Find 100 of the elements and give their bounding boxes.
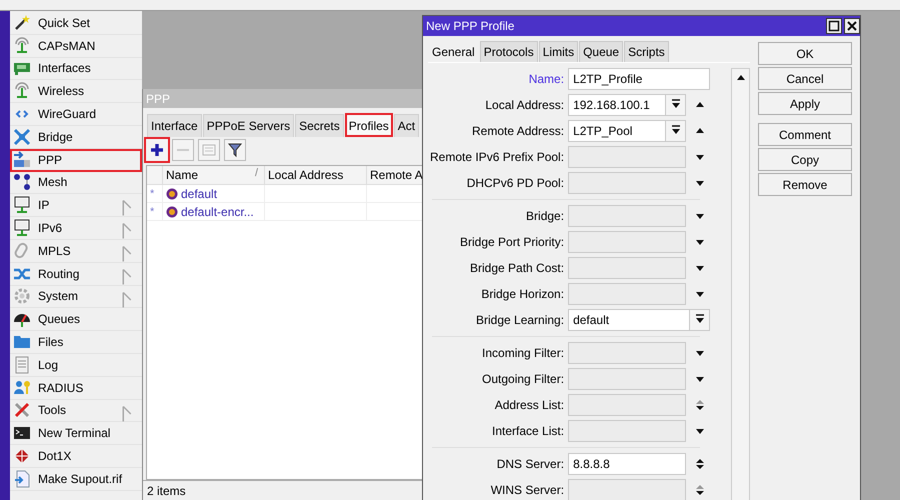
diamond-icon	[13, 447, 31, 466]
menu-item[interactable]: Interfaces	[10, 58, 142, 80]
menu-item[interactable]: Routing	[10, 262, 142, 286]
tab[interactable]: Secrets	[295, 114, 344, 137]
tab[interactable]: Limits	[538, 41, 578, 62]
dots-icon	[13, 173, 31, 192]
document-icon	[13, 356, 31, 374]
row-flag-text: *	[150, 206, 154, 218]
field-label: WINS Server:	[490, 483, 564, 497]
maximize-icon	[828, 20, 840, 32]
menu-item[interactable]: Tools	[10, 400, 142, 422]
scroll-up-icon[interactable]	[736, 74, 744, 82]
field-label: Remote Address:	[471, 124, 564, 138]
field-label: Interface List:	[491, 424, 564, 438]
screen-icon	[13, 219, 31, 238]
field-label: Incoming Filter:	[481, 346, 564, 360]
wand-icon	[13, 14, 31, 32]
plus-icon	[149, 142, 165, 158]
profile-icon	[166, 206, 178, 218]
minus-icon	[177, 149, 189, 151]
close-button[interactable]	[844, 18, 860, 34]
toolbar-button[interactable]	[224, 139, 246, 161]
menu-item[interactable]: IP	[10, 194, 142, 218]
tab[interactable]: Profiles	[344, 113, 393, 137]
menu-item[interactable]: Dot1X	[10, 445, 142, 468]
field-label: Outgoing Filter:	[481, 372, 564, 386]
table-cell[interactable]: default	[181, 186, 218, 200]
field-label: Name:	[528, 72, 564, 86]
menu-item[interactable]: System	[10, 286, 142, 308]
tools-icon	[13, 401, 31, 420]
row-flag-text: *	[150, 188, 154, 200]
antenna-icon	[13, 82, 31, 100]
note-icon	[201, 142, 217, 158]
empty-field[interactable]	[568, 172, 686, 194]
dialog-button[interactable]: Apply	[758, 92, 852, 115]
tab[interactable]: Queue	[579, 41, 624, 62]
menu-item[interactable]: New Terminal	[10, 422, 142, 446]
window-title: PPP	[146, 92, 170, 106]
dialog-button[interactable]: Remove	[758, 173, 852, 196]
sort-mark: /	[254, 167, 258, 179]
field-label: Bridge Port Priority:	[459, 235, 564, 249]
arrows-icon	[13, 128, 31, 146]
up-down-arrows-icon[interactable]	[695, 458, 706, 470]
menu-item[interactable]: PPP	[10, 148, 142, 172]
field-label: Bridge Learning:	[475, 313, 564, 327]
text-field[interactable]: L2TP_Profile	[568, 68, 710, 90]
close-icon	[846, 20, 858, 32]
menu-item[interactable]: IPv6	[10, 217, 142, 240]
tab[interactable]: Scripts	[624, 41, 669, 62]
menu-item[interactable]: MPLS	[10, 240, 142, 263]
combo-field[interactable]: L2TP_Pool	[568, 120, 686, 142]
empty-field[interactable]	[568, 479, 686, 500]
empty-field[interactable]	[568, 205, 686, 227]
field-label: DNS Server:	[496, 457, 564, 471]
scrollbar[interactable]	[731, 68, 750, 500]
menu-item[interactable]: Mesh	[10, 172, 142, 194]
users-icon	[13, 378, 31, 397]
tab[interactable]: Protocols	[480, 41, 538, 62]
tab[interactable]: Interface	[147, 114, 202, 137]
column-header[interactable]: Local Address	[268, 168, 344, 182]
menu-item[interactable]: Files	[10, 331, 142, 354]
empty-field[interactable]	[568, 394, 686, 416]
empty-field[interactable]	[568, 342, 686, 364]
ppp-icon	[13, 150, 31, 169]
dialog-button[interactable]: OK	[758, 42, 852, 65]
empty-field[interactable]	[568, 283, 686, 305]
tab[interactable]: PPPoE Servers	[202, 114, 294, 137]
empty-field[interactable]	[568, 257, 686, 279]
empty-field[interactable]	[568, 231, 686, 253]
menu-item[interactable]: Log	[10, 354, 142, 377]
combo-field[interactable]: 192.168.100.1	[568, 94, 686, 116]
column-header[interactable]: Name	[166, 168, 198, 182]
field-label: Address List:	[494, 398, 564, 412]
dialog-button[interactable]: Comment	[758, 123, 852, 146]
menu-item[interactable]: Queues	[10, 308, 142, 332]
antenna-icon	[13, 36, 31, 55]
filter-icon	[227, 142, 243, 158]
screen-icon	[13, 196, 31, 214]
status-text: 2 items	[147, 484, 186, 498]
field-label: Bridge:	[525, 209, 564, 223]
dialog-button[interactable]: Cancel	[758, 67, 852, 90]
toolbar-button[interactable]	[146, 139, 168, 161]
tab[interactable]: Act	[394, 114, 420, 137]
combo-field[interactable]: default	[568, 309, 710, 331]
empty-field[interactable]	[568, 368, 686, 390]
maximize-button[interactable]	[826, 18, 842, 34]
empty-field[interactable]	[568, 420, 686, 442]
menu-item[interactable]: RADIUS	[10, 376, 142, 400]
field-label: Remote IPv6 Prefix Pool:	[430, 150, 564, 164]
field-label: DHCPv6 PD Pool:	[466, 176, 564, 190]
text-field[interactable]: 8.8.8.8	[568, 453, 686, 475]
menu-item[interactable]: Bridge	[10, 126, 142, 149]
column-header[interactable]: Remote A	[370, 168, 423, 182]
file-icon	[13, 470, 31, 488]
empty-field[interactable]	[568, 146, 686, 168]
dialog-title: New PPP Profile	[426, 19, 514, 33]
dialog-button[interactable]: Copy	[758, 148, 852, 171]
field-label: Bridge Horizon:	[480, 287, 564, 301]
menu-item[interactable]: Make Supout.rif	[10, 468, 142, 491]
table-cell[interactable]: default-encr...	[181, 204, 254, 218]
